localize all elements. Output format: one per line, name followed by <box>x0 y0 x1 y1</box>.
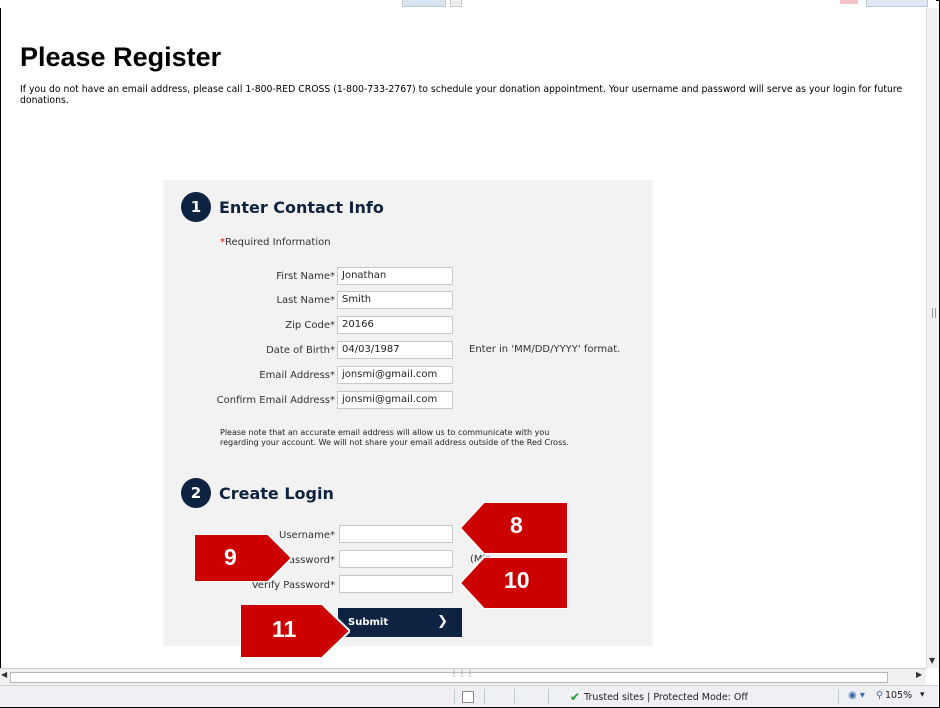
password-label: assword <box>288 554 330 566</box>
dob-label-row: Date of Birth * <box>266 344 335 356</box>
email-privacy-note: Please note that an accurate email addre… <box>220 428 569 447</box>
callout-number: 8 <box>510 512 523 538</box>
email-label-row: Email Address * <box>259 369 335 381</box>
callout-9-arrow: 9 <box>194 534 292 582</box>
confirm-email-input[interactable]: jonsmi@gmail.com <box>337 391 453 409</box>
first-name-input[interactable]: Jonathan <box>337 267 453 285</box>
password-input[interactable] <box>339 550 453 568</box>
required-info-note: *Required Information <box>220 237 331 248</box>
page-status-icon <box>462 691 474 703</box>
horizontal-scroll-thumb[interactable] <box>10 672 888 683</box>
date-of-birth-input[interactable]: 04/03/1987 <box>337 341 453 359</box>
horizontal-scrollbar[interactable]: ◀ ⋮⋮⋮ ▶ <box>0 668 926 685</box>
status-separator <box>548 689 549 704</box>
toolbar-button[interactable] <box>402 0 446 7</box>
confirm-email-label-row: Confirm Email Address * <box>216 394 335 406</box>
step-2-header: 2 Create Login <box>181 478 334 508</box>
username-input[interactable] <box>339 525 453 543</box>
last-name-input[interactable]: Smith <box>337 291 453 309</box>
email-input[interactable]: jonsmi@gmail.com <box>337 366 453 384</box>
submit-button[interactable]: Submit ❯ <box>338 608 462 637</box>
callout-number: 9 <box>224 544 237 570</box>
verify-password-input[interactable] <box>339 575 453 593</box>
callout-11-arrow: 11 <box>240 604 350 658</box>
magnifier-icon: ⚲ <box>876 690 883 701</box>
submit-label: Submit <box>348 617 389 628</box>
toolbar-button[interactable] <box>840 0 858 4</box>
intro-text: If you do not have an email address, ple… <box>20 84 903 106</box>
confirm-email-label: Confirm Email Address <box>216 394 330 406</box>
step-1-header: 1 Enter Contact Info <box>181 192 384 222</box>
first-name-label: First Name <box>276 270 330 282</box>
security-zone-label: Trusted sites | Protected Mode: Off <box>584 691 748 703</box>
security-zone[interactable]: ✔ Trusted sites | Protected Mode: Off <box>570 690 748 704</box>
scroll-left-arrow-icon[interactable]: ◀ <box>1 670 7 679</box>
toolbar-button[interactable] <box>450 0 462 7</box>
date-of-birth-label: Date of Birth <box>266 344 330 356</box>
status-separator <box>484 689 485 704</box>
chevron-down-icon[interactable]: ▾ <box>920 690 925 700</box>
scroll-down-arrow-icon[interactable]: ▼ <box>929 656 935 665</box>
status-separator <box>838 689 839 704</box>
checkmark-icon: ✔ <box>570 690 581 704</box>
password-label-row: assword * <box>288 554 335 566</box>
zip-label-row: Zip Code * <box>285 319 335 331</box>
callout-8-arrow: 8 <box>460 502 568 554</box>
chevron-right-icon: ❯ <box>437 614 448 629</box>
zoom-control[interactable]: ⚲ 105% <box>876 690 912 701</box>
scroll-grip-icon: ⋮⋮⋮ <box>450 669 474 678</box>
last-name-label: Last Name <box>276 294 330 306</box>
date-format-hint: Enter in 'MM/DD/YYYY' format. <box>469 344 621 355</box>
zip-code-input[interactable]: 20166 <box>337 316 453 334</box>
callout-10-arrow: 10 <box>460 557 568 609</box>
toolbar-strip <box>0 0 936 8</box>
zip-code-label: Zip Code <box>285 319 330 331</box>
globe-icon[interactable]: ◉ ▾ <box>848 690 865 701</box>
email-label: Email Address <box>259 369 330 381</box>
callout-number: 11 <box>272 616 297 642</box>
required-info-label: Required Information <box>225 237 331 248</box>
last-name-label-row: Last Name * <box>276 294 335 306</box>
status-bar: ✔ Trusted sites | Protected Mode: Off ◉ … <box>0 685 938 707</box>
zoom-level: 105% <box>884 690 913 701</box>
step-title: Create Login <box>219 483 334 503</box>
first-name-label-row: First Name * <box>276 270 335 282</box>
toolbar-button[interactable] <box>866 0 928 7</box>
scroll-right-arrow-icon[interactable]: ▶ <box>916 670 922 679</box>
scroll-grip-icon <box>932 308 936 318</box>
status-separator <box>514 689 515 704</box>
step-number-badge: 2 <box>181 478 211 508</box>
vertical-scrollbar[interactable]: ▼ <box>926 8 939 668</box>
step-number-badge: 1 <box>181 192 211 222</box>
callout-number: 10 <box>504 567 530 593</box>
status-separator <box>454 689 455 704</box>
page-title: Please Register <box>20 42 222 72</box>
step-title: Enter Contact Info <box>219 197 384 217</box>
